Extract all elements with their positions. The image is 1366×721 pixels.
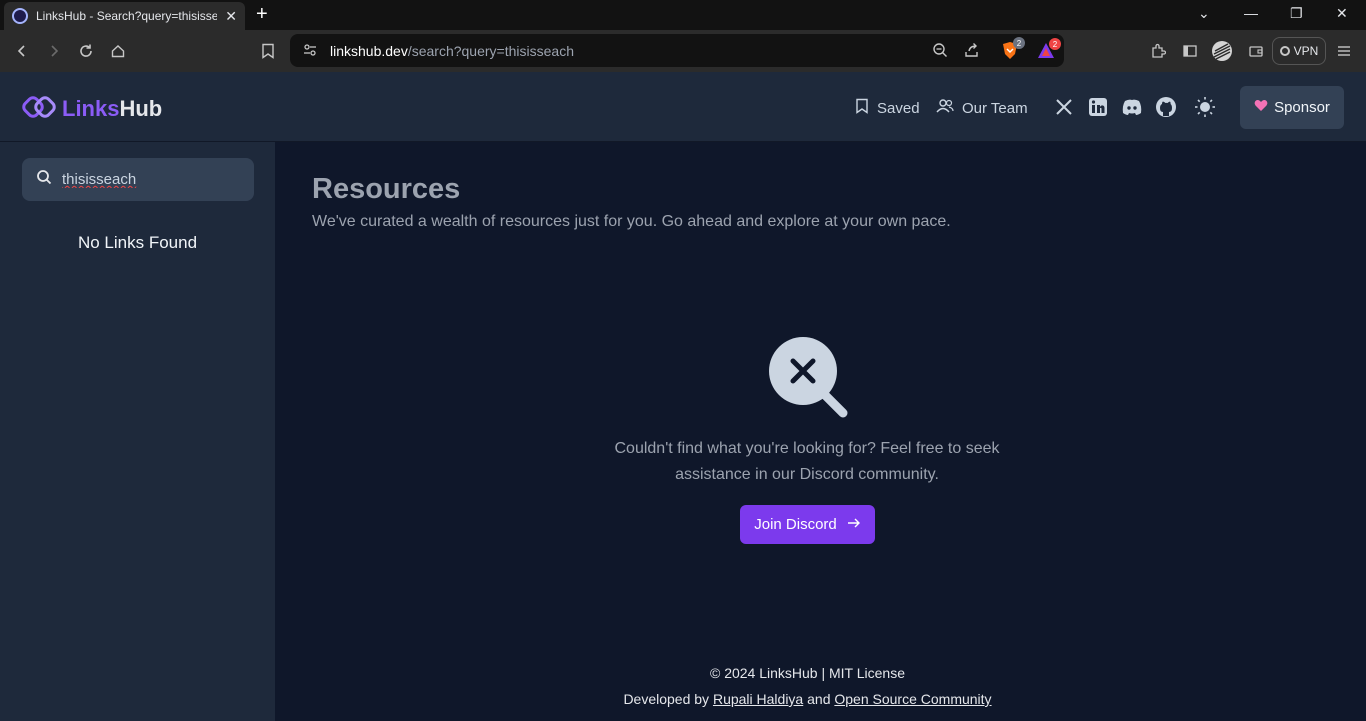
zoom-icon[interactable] xyxy=(932,42,948,61)
empty-state-message: Couldn't find what you're looking for? F… xyxy=(614,440,1000,483)
close-window-icon[interactable]: ✕ xyxy=(1336,5,1348,22)
sidebar-toggle-icon[interactable] xyxy=(1180,41,1200,61)
tab-title: LinksHub - Search?query=thisisseach xyxy=(36,9,218,23)
leo-ai-icon[interactable] xyxy=(1211,41,1233,61)
team-icon xyxy=(936,98,954,118)
restore-icon[interactable]: ❐ xyxy=(1290,5,1303,22)
shields-badge: 2 xyxy=(1013,37,1025,49)
close-tab-icon[interactable]: ✕ xyxy=(225,8,237,25)
logo-text-hub: Hub xyxy=(119,96,163,121)
main-content: Resources We've curated a wealth of reso… xyxy=(275,142,1366,721)
search-input[interactable] xyxy=(62,171,242,188)
vpn-status-icon xyxy=(1279,46,1290,56)
forward-icon[interactable] xyxy=(44,41,64,61)
heart-icon xyxy=(1254,99,1268,116)
footer-developed-by: Developed by xyxy=(623,691,710,707)
vpn-label: VPN xyxy=(1293,44,1319,58)
site-settings-icon[interactable] xyxy=(302,42,318,61)
extensions-icon[interactable] xyxy=(1148,41,1168,61)
tab-list-icon[interactable]: ⌄ xyxy=(1198,5,1210,22)
share-icon[interactable] xyxy=(964,42,980,61)
arrow-right-icon xyxy=(847,516,861,533)
wallet-icon[interactable] xyxy=(1246,41,1266,61)
back-icon[interactable] xyxy=(12,41,32,61)
vpn-button[interactable]: VPN xyxy=(1272,37,1326,65)
search-icon xyxy=(36,169,52,190)
x-icon[interactable] xyxy=(1053,96,1075,118)
theme-toggle-icon[interactable] xyxy=(1194,96,1216,118)
no-links-message: No Links Found xyxy=(77,233,198,252)
rewards-badge: 2 xyxy=(1049,38,1061,50)
browser-tab[interactable]: LinksHub - Search?query=thisisseach ✕ xyxy=(4,2,245,30)
logo-text-links: Links xyxy=(62,96,120,121)
bookmark-page-icon[interactable] xyxy=(258,41,278,61)
footer-copyright: © 2024 LinksHub | MIT License xyxy=(709,665,905,681)
sidebar: No Links Found xyxy=(0,142,275,721)
browser-tab-bar: LinksHub - Search?query=thisisseach ✕ + … xyxy=(0,0,1366,30)
app-header: LinksHub Saved Our Team Sponsor xyxy=(0,72,1366,142)
join-discord-label: Join Discord xyxy=(754,516,837,533)
nav-saved-label: Saved xyxy=(877,99,920,117)
reload-icon[interactable] xyxy=(76,41,96,61)
nav-our-team[interactable]: Our Team xyxy=(936,98,1028,118)
brave-shields-icon[interactable]: 2 xyxy=(1001,37,1025,63)
bookmark-icon xyxy=(855,98,869,118)
community-link[interactable]: Open Source Community xyxy=(834,691,991,707)
nav-saved[interactable]: Saved xyxy=(855,98,920,118)
footer-and: and xyxy=(807,691,831,707)
join-discord-button[interactable]: Join Discord xyxy=(740,505,875,544)
author-link[interactable]: Rupali Haldiya xyxy=(713,691,803,707)
page-subtitle: We've curated a wealth of resources just… xyxy=(312,213,951,230)
home-icon[interactable] xyxy=(108,41,128,61)
favicon-icon xyxy=(12,8,28,24)
search-box[interactable] xyxy=(22,158,254,201)
sponsor-label: Sponsor xyxy=(1274,99,1330,116)
minimize-icon[interactable]: — xyxy=(1244,5,1258,21)
discord-icon[interactable] xyxy=(1121,96,1143,118)
browser-toolbar: linkshub.dev/search?query=thisisseach 2 … xyxy=(0,30,1366,72)
url-path: /search?query=thisisseach xyxy=(407,42,574,59)
linkshub-logo[interactable]: LinksHub xyxy=(22,92,162,126)
nav-team-label: Our Team xyxy=(962,99,1028,117)
no-results-search-icon xyxy=(767,335,851,424)
logo-icon xyxy=(22,92,58,126)
github-icon[interactable] xyxy=(1155,96,1177,118)
linkedin-icon[interactable] xyxy=(1087,96,1109,118)
footer-credits: Developed by Rupali Haldiya and Open Sou… xyxy=(275,691,1340,707)
rewards-icon[interactable]: 2 xyxy=(1037,38,1061,62)
menu-icon[interactable] xyxy=(1334,41,1354,61)
address-bar[interactable]: linkshub.dev/search?query=thisisseach 2 … xyxy=(290,34,1064,67)
url-host: linkshub.dev xyxy=(330,42,408,59)
new-tab-icon[interactable]: + xyxy=(256,4,268,24)
page-title: Resources xyxy=(312,173,461,205)
sponsor-button[interactable]: Sponsor xyxy=(1240,86,1344,129)
